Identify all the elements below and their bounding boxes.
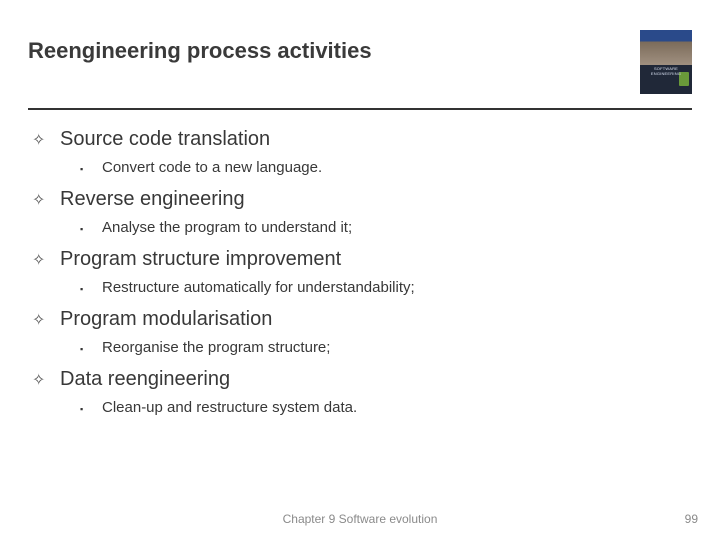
list-item: ✧ Program structure improvement ▪ Restru… — [32, 248, 688, 296]
bullet-level-2: ▪ Analyse the program to understand it; — [32, 219, 688, 236]
slide: Reengineering process activities ✧ Sourc… — [0, 0, 720, 540]
list-item: ✧ Program modularisation ▪ Reorganise th… — [32, 308, 688, 356]
book-cover-thumbnail — [640, 30, 692, 94]
diamond-bullet-icon: ✧ — [32, 193, 50, 209]
bullet-level-2: ▪ Reorganise the program structure; — [32, 339, 688, 356]
bullet-level-1: ✧ Program structure improvement — [32, 248, 688, 271]
square-bullet-icon: ▪ — [80, 285, 90, 294]
diamond-bullet-icon: ✧ — [32, 373, 50, 389]
bullet-level-1: ✧ Source code translation — [32, 128, 688, 151]
footer-text: Chapter 9 Software evolution — [0, 512, 720, 526]
diamond-bullet-icon: ✧ — [32, 133, 50, 149]
bullet-level-1: ✧ Data reengineering — [32, 368, 688, 391]
square-bullet-icon: ▪ — [80, 165, 90, 174]
item-subtext: Clean-up and restructure system data. — [102, 399, 357, 416]
square-bullet-icon: ▪ — [80, 405, 90, 414]
bullet-level-1: ✧ Program modularisation — [32, 308, 688, 331]
bullet-level-2: ▪ Restructure automatically for understa… — [32, 279, 688, 296]
item-subtext: Restructure automatically for understand… — [102, 279, 415, 296]
slide-header: Reengineering process activities — [28, 30, 692, 94]
item-heading: Data reengineering — [60, 368, 230, 391]
list-item: ✧ Data reengineering ▪ Clean-up and rest… — [32, 368, 688, 416]
square-bullet-icon: ▪ — [80, 225, 90, 234]
bullet-level-1: ✧ Reverse engineering — [32, 188, 688, 211]
bullet-level-2: ▪ Clean-up and restructure system data. — [32, 399, 688, 416]
diamond-bullet-icon: ✧ — [32, 313, 50, 329]
item-subtext: Reorganise the program structure; — [102, 339, 330, 356]
slide-title: Reengineering process activities — [28, 30, 372, 64]
item-heading: Program modularisation — [60, 308, 272, 331]
item-subtext: Analyse the program to understand it; — [102, 219, 352, 236]
item-heading: Program structure improvement — [60, 248, 341, 271]
list-item: ✧ Reverse engineering ▪ Analyse the prog… — [32, 188, 688, 236]
diamond-bullet-icon: ✧ — [32, 253, 50, 269]
item-subtext: Convert code to a new language. — [102, 159, 322, 176]
item-heading: Reverse engineering — [60, 188, 245, 211]
item-heading: Source code translation — [60, 128, 270, 151]
bullet-level-2: ▪ Convert code to a new language. — [32, 159, 688, 176]
page-number: 99 — [685, 512, 698, 526]
slide-content: ✧ Source code translation ▪ Convert code… — [28, 128, 692, 416]
list-item: ✧ Source code translation ▪ Convert code… — [32, 128, 688, 176]
square-bullet-icon: ▪ — [80, 345, 90, 354]
header-rule — [28, 108, 692, 110]
